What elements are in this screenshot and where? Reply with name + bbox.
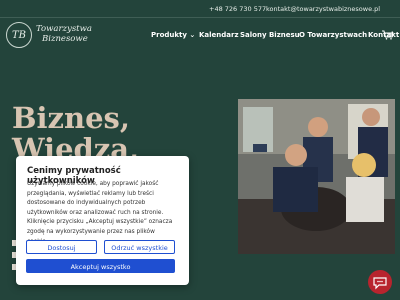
email-link[interactable]: kontakt@towarzystwabiznesowe.pl [266, 5, 380, 13]
hero-photo [238, 99, 395, 254]
accept-all-button[interactable]: Akceptuj wszystko [26, 259, 175, 273]
chevron-down-icon: ⌄ [189, 31, 196, 39]
nav-salons[interactable]: Salony Biznesu [240, 31, 300, 39]
logo-text[interactable]: Towarzystwa Biznesowe [36, 24, 92, 44]
logo-line-1: Towarzystwa [36, 24, 92, 34]
chat-button[interactable] [368, 270, 392, 294]
cookie-text: Używamy plików cookie, aby poprawić jako… [27, 181, 173, 245]
customize-button[interactable]: Dostosuj [26, 240, 97, 254]
nav-products-label: Produkty [151, 31, 187, 39]
hero-line-1: Biznes, [12, 101, 130, 135]
logo-line-2: Biznesowe [42, 34, 88, 44]
nav-about[interactable]: O Towarzystwach [299, 31, 367, 39]
cookie-dialog: Cenimy prywatność użytkowników Używamy p… [16, 156, 189, 285]
cart-count: 0 [388, 32, 392, 39]
phone-link[interactable]: +48 726 730 577 [209, 5, 266, 13]
nav-products[interactable]: Produkty ⌄ [151, 31, 195, 39]
logo-mark-text: TB [11, 30, 27, 41]
nav-calendar[interactable]: Kalendarz [199, 31, 239, 39]
logo-mark[interactable]: TB [6, 22, 32, 48]
header-divider [0, 17, 400, 18]
top-bar: +48 726 730 577 kontakt@towarzystwabizne… [0, 0, 400, 18]
reject-all-button[interactable]: Odrzuć wszystkie [104, 240, 175, 254]
chat-icon [373, 277, 387, 290]
